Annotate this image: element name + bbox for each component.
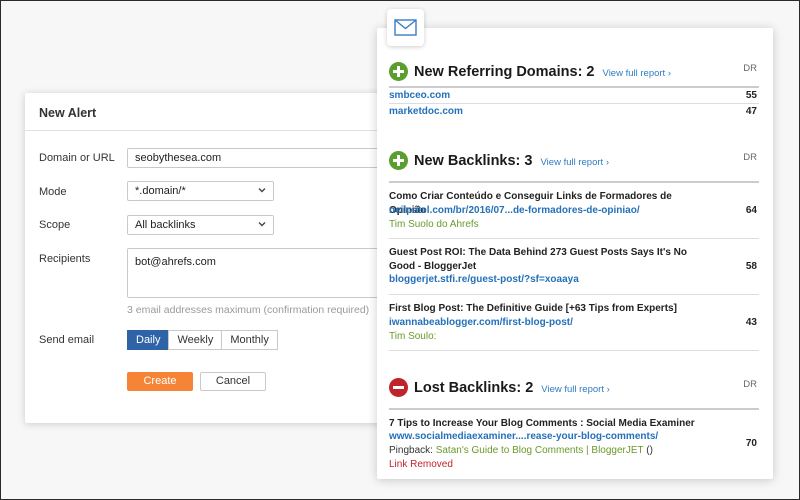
mode-label: Mode bbox=[39, 186, 67, 198]
link-status: Link Removed bbox=[389, 459, 453, 470]
dr-value: 47 bbox=[745, 106, 757, 117]
dr-value: 55 bbox=[745, 90, 757, 101]
dr-value: 43 bbox=[745, 317, 757, 328]
dr-value: 70 bbox=[745, 438, 757, 449]
dr-value: 58 bbox=[745, 261, 757, 272]
backlink-url[interactable]: www.socialmediaexaminer....rease-your-bl… bbox=[389, 431, 658, 442]
backlink-url[interactable]: neilpatel.com/br/2016/07...de-formadores… bbox=[389, 205, 640, 216]
lost-backlinks-header: Lost Backlinks: 2 View full report › DR bbox=[389, 378, 759, 402]
backlink-title: First Blog Post: The Definitive Guide [+… bbox=[389, 303, 677, 314]
envelope-icon bbox=[394, 19, 417, 36]
dr-column-label: DR bbox=[743, 379, 757, 390]
email-badge bbox=[387, 9, 424, 46]
send-email-label: Send email bbox=[39, 334, 95, 346]
chevron-down-icon bbox=[258, 188, 266, 193]
frequency-toggle: Daily Weekly Monthly bbox=[127, 330, 278, 350]
view-full-report-link[interactable]: View full report › bbox=[541, 157, 609, 168]
domain-label: Domain or URL bbox=[39, 152, 115, 164]
new-backlinks-header: New Backlinks: 3 View full report › DR bbox=[389, 151, 759, 175]
list-item: marketdoc.com 47 bbox=[389, 104, 759, 120]
mode-value: *.domain/* bbox=[135, 185, 186, 197]
referring-domains-header: New Referring Domains: 2 View full repor… bbox=[389, 62, 759, 86]
domain-link[interactable]: smbceo.com bbox=[389, 90, 450, 101]
backlink-title: Guest Post ROI: The Data Behind 273 Gues… bbox=[389, 247, 688, 272]
cancel-button[interactable]: Cancel bbox=[200, 372, 266, 391]
new-backlinks-section: New Backlinks: 3 View full report › DR C… bbox=[389, 151, 759, 351]
create-button[interactable]: Create bbox=[127, 372, 193, 391]
frequency-daily-button[interactable]: Daily bbox=[127, 330, 170, 350]
scope-value: All backlinks bbox=[135, 219, 196, 231]
list-item: Como Criar Conteúdo e Conseguir Links de… bbox=[389, 183, 759, 239]
minus-circle-icon bbox=[389, 378, 408, 397]
frequency-weekly-button[interactable]: Weekly bbox=[168, 330, 223, 350]
list-item: 7 Tips to Increase Your Blog Comments : … bbox=[389, 410, 759, 478]
lost-backlinks-title: Lost Backlinks: 2 bbox=[414, 380, 534, 396]
backlink-author: Tim Suolo do Ahrefs bbox=[389, 219, 479, 230]
mode-select[interactable]: *.domain/* bbox=[127, 181, 274, 201]
view-full-report-link[interactable]: View full report › bbox=[541, 384, 609, 395]
backlink-author: Tim Soulo: bbox=[389, 331, 437, 342]
email-report-panel: New Referring Domains: 2 View full repor… bbox=[377, 28, 773, 479]
pingback-link[interactable]: Satan's Guide to Blog Comments | Blogger… bbox=[436, 445, 644, 456]
chevron-down-icon bbox=[258, 222, 266, 227]
referring-domains-section: New Referring Domains: 2 View full repor… bbox=[389, 62, 759, 120]
domain-link[interactable]: marketdoc.com bbox=[389, 106, 463, 117]
backlink-url[interactable]: iwannabeablogger.com/first-blog-post/ bbox=[389, 317, 573, 328]
recipients-label: Recipients bbox=[39, 253, 91, 265]
backlink-url[interactable]: bloggerjet.stfi.re/guest-post/?sf=xoaaya bbox=[389, 274, 579, 285]
scope-select[interactable]: All backlinks bbox=[127, 215, 274, 235]
lost-backlinks-section: Lost Backlinks: 2 View full report › DR … bbox=[389, 378, 759, 478]
pingback-label: Pingback: bbox=[389, 445, 433, 456]
dr-column-label: DR bbox=[743, 63, 757, 74]
list-item: smbceo.com 55 bbox=[389, 88, 759, 104]
scope-label: Scope bbox=[39, 219, 71, 231]
dr-column-label: DR bbox=[743, 152, 757, 163]
dr-value: 64 bbox=[745, 205, 757, 216]
pingback-line: Pingback: Satan's Guide to Blog Comments… bbox=[389, 445, 653, 456]
backlink-title: 7 Tips to Increase Your Blog Comments : … bbox=[389, 418, 695, 429]
recipients-hint: 3 email addresses maximum (confirmation … bbox=[127, 304, 370, 316]
frequency-monthly-button[interactable]: Monthly bbox=[221, 330, 278, 350]
new-backlinks-title: New Backlinks: 3 bbox=[414, 153, 533, 169]
list-item: First Blog Post: The Definitive Guide [+… bbox=[389, 295, 759, 351]
plus-circle-icon bbox=[389, 62, 408, 81]
referring-domains-title: New Referring Domains: 2 bbox=[414, 64, 595, 80]
view-full-report-link[interactable]: View full report › bbox=[603, 68, 671, 79]
pingback-suffix: () bbox=[643, 445, 653, 456]
list-item: Guest Post ROI: The Data Behind 273 Gues… bbox=[389, 239, 759, 295]
plus-circle-icon bbox=[389, 151, 408, 170]
